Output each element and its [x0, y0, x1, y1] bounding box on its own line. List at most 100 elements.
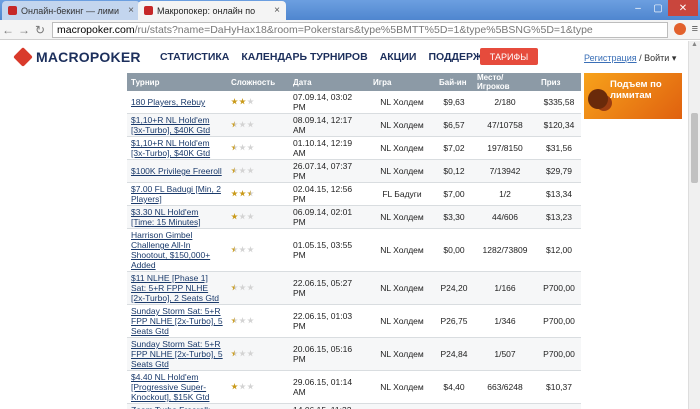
- cell-tournament[interactable]: Zoom Turbo Freeroll: "Aces", $250K Added: [127, 403, 227, 409]
- cell-date: 01.10.14, 12:19 AM: [289, 136, 369, 160]
- cell-tournament[interactable]: Harrison Gimbel Challenge All-In Shootou…: [127, 228, 227, 272]
- col-header-difficulty[interactable]: Сложность: [227, 73, 289, 91]
- tab-close-icon[interactable]: ×: [274, 5, 280, 16]
- cell-difficulty: [227, 271, 289, 305]
- site-favicon-icon: [8, 6, 17, 15]
- star-icon: [231, 284, 238, 291]
- nav-promos[interactable]: АКЦИИ: [380, 51, 417, 63]
- cell-buyin: P24,20: [435, 271, 473, 305]
- star-icon: [239, 317, 246, 324]
- cell-difficulty: [227, 136, 289, 160]
- cell-prize: $335,58: [537, 91, 581, 114]
- cell-tournament[interactable]: Sunday Storm Sat: 5+R FPP NLHE [2x-Turbo…: [127, 337, 227, 371]
- star-icon: [231, 317, 238, 324]
- cell-game: NL Холдем: [369, 113, 435, 137]
- difficulty-stars: [231, 246, 254, 253]
- star-icon: [247, 350, 254, 357]
- cell-game: NL Холдем: [369, 403, 435, 409]
- tab-close-icon[interactable]: ×: [128, 5, 134, 16]
- star-icon: [247, 383, 254, 390]
- tariffs-button[interactable]: ТАРИФЫ: [480, 48, 538, 65]
- cell-difficulty: [227, 182, 289, 206]
- star-icon: [247, 144, 254, 151]
- star-icon: [247, 167, 254, 174]
- cell-prize: P700,00: [537, 304, 581, 338]
- minimize-icon[interactable]: –: [628, 0, 648, 16]
- difficulty-stars: [231, 121, 254, 128]
- cell-place: 1282/73809: [473, 228, 537, 272]
- col-header-place[interactable]: Место/Игроков: [473, 73, 537, 91]
- scroll-up-icon[interactable]: ▲: [689, 41, 700, 52]
- nav-calendar[interactable]: КАЛЕНДАРЬ ТУРНИРОВ: [241, 51, 367, 63]
- difficulty-stars: [231, 98, 254, 105]
- cell-game: NL Холдем: [369, 337, 435, 371]
- col-header-buyin[interactable]: Бай-ин: [435, 73, 473, 91]
- col-header-date[interactable]: Дата: [289, 73, 369, 91]
- ad-banner[interactable]: Подъем по лимитам: [584, 73, 682, 119]
- maximize-icon[interactable]: ▢: [648, 0, 668, 16]
- star-icon: [247, 121, 254, 128]
- star-icon: [247, 98, 254, 105]
- star-icon: [231, 383, 238, 390]
- star-icon: [239, 121, 246, 128]
- window-close-icon[interactable]: ✕: [668, 0, 698, 16]
- star-icon: [239, 190, 246, 197]
- scroll-thumb[interactable]: [691, 113, 698, 183]
- url-input[interactable]: macropoker.com/ru/stats?name=DaHyHax18&r…: [52, 22, 668, 38]
- reload-icon[interactable]: ↻: [32, 23, 48, 37]
- cell-tournament[interactable]: $1,10+R NL Hold'em [3x-Turbo], $40K Gtd: [127, 113, 227, 137]
- col-header-prize[interactable]: Приз: [537, 73, 581, 91]
- cell-buyin: $4,40: [435, 370, 473, 404]
- table-row: $7.00 FL Badugi [Min, 2 Players] 02.04.15…: [127, 182, 581, 206]
- tab-label: Онлайн-бекинг — лими: [21, 5, 119, 16]
- window-controls: – ▢ ✕: [628, 0, 698, 16]
- cell-tournament[interactable]: 180 Players, Rebuy: [127, 91, 227, 114]
- menu-icon[interactable]: ≡: [692, 23, 698, 35]
- cell-tournament[interactable]: Sunday Storm Sat: 5+R FPP NLHE [2x-Turbo…: [127, 304, 227, 338]
- cell-tournament[interactable]: $7.00 FL Badugi [Min, 2 Players]: [127, 182, 227, 206]
- cell-prize: $13,34: [537, 182, 581, 206]
- difficulty-stars: [231, 317, 254, 324]
- star-icon: [247, 284, 254, 291]
- star-icon: [247, 246, 254, 253]
- cell-tournament[interactable]: $3.30 NL Hold'em [Time: 15 Minutes]: [127, 205, 227, 229]
- cell-buyin: $0,00: [435, 228, 473, 272]
- star-icon: [231, 121, 238, 128]
- cell-difficulty: [227, 205, 289, 229]
- cell-tournament[interactable]: $11 NLHE [Phase 1] Sat: 5+R FPP NLHE [2x…: [127, 271, 227, 305]
- login-chevron-icon[interactable]: ▾: [672, 53, 677, 63]
- back-icon[interactable]: ←: [0, 23, 16, 37]
- col-header-game[interactable]: Игра: [369, 73, 435, 91]
- cell-game: NL Холдем: [369, 304, 435, 338]
- address-bar: ← → ↻ macropoker.com/ru/stats?name=DaHyH…: [0, 20, 700, 40]
- nav-stats[interactable]: СТАТИСТИКА: [160, 51, 229, 63]
- star-icon: [239, 167, 246, 174]
- table-row: Harrison Gimbel Challenge All-In Shootou…: [127, 228, 581, 272]
- cell-date: 07.09.14, 03:02 PM: [289, 91, 369, 114]
- cell-game: FL Бадуги: [369, 182, 435, 206]
- cell-prize: $29,79: [537, 159, 581, 183]
- cell-tournament[interactable]: $100K Privilege Freeroll: [127, 159, 227, 183]
- page-scrollbar[interactable]: ▲: [688, 41, 700, 409]
- login-link[interactable]: Войти: [644, 53, 669, 63]
- cell-tournament[interactable]: $1,10+R NL Hold'em [3x-Turbo], $40K Gtd: [127, 136, 227, 160]
- browser-tab-1[interactable]: Макропокер: онлайн по ×: [138, 1, 286, 20]
- table-header-row: Турнир Сложность Дата Игра Бай-ин Место/…: [127, 73, 581, 91]
- cell-date: 02.04.15, 12:56 PM: [289, 182, 369, 206]
- cell-game: NL Холдем: [369, 91, 435, 114]
- register-link[interactable]: Регистрация: [584, 53, 637, 63]
- cell-buyin: $0,12: [435, 159, 473, 183]
- cell-tournament[interactable]: $4.40 NL Hold'em [Progressive Super-Knoc…: [127, 370, 227, 404]
- col-header-tournament[interactable]: Турнир: [127, 73, 227, 91]
- difficulty-stars: [231, 190, 254, 197]
- site-logo[interactable]: MACROPOKER: [13, 47, 141, 67]
- extension-icon[interactable]: [674, 23, 686, 35]
- browser-tab-0[interactable]: Онлайн-бекинг — лими ×: [2, 1, 140, 20]
- ad-text: Подъем по лимитам: [610, 79, 662, 101]
- cell-place: 5715/30863: [473, 403, 537, 409]
- cell-place: 44/606: [473, 205, 537, 229]
- cell-prize: $10,00: [537, 403, 581, 409]
- forward-icon[interactable]: →: [16, 23, 32, 37]
- star-icon: [239, 213, 246, 220]
- star-icon: [247, 317, 254, 324]
